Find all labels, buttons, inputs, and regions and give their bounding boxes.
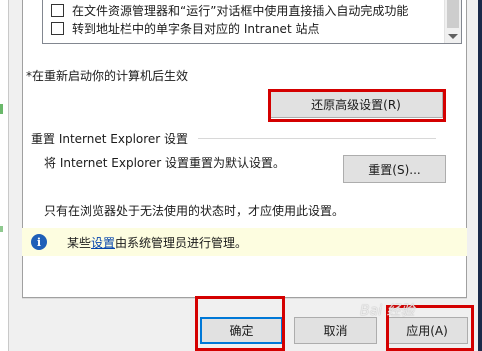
settings-link[interactable]: 设置 (91, 234, 115, 251)
scroll-down-arrow-icon[interactable] (448, 34, 458, 39)
baidu-watermark: Bai 经验 (360, 303, 415, 319)
restart-note: *在重新启动你的计算机后生效 (26, 69, 189, 83)
info-icon: i (31, 234, 47, 250)
restore-advanced-settings-button[interactable]: 还原高级设置(R) (269, 91, 443, 118)
background-window-edge (0, 0, 9, 351)
reset-description: 将 Internet Explorer 设置重置为默认设置。 (44, 156, 286, 170)
info-prefix: 某些 (67, 235, 92, 250)
settings-list[interactable]: 在文件资源管理器和“运行”对话框中使用直接插入自动完成功能 转到地址栏中的单字条… (42, 0, 462, 44)
list-item[interactable]: 在文件资源管理器和“运行”对话框中使用直接插入自动完成功能 (51, 1, 408, 19)
background-window-edge-right (478, 0, 482, 351)
info-suffix: 由系统管理员进行管理。 (115, 235, 248, 250)
reset-button[interactable]: 重置(S)... (343, 155, 446, 183)
background-accent (0, 226, 3, 232)
reset-section-title: 重置 Internet Explorer 设置 (31, 132, 189, 146)
apply-button[interactable]: 应用(A) (386, 317, 468, 344)
cancel-button[interactable]: 取消 (294, 317, 377, 344)
vertical-scrollbar[interactable] (444, 0, 461, 43)
reset-usage-note: 只有在浏览器处于无法使用的状态时，才应使用此设置。 (44, 204, 345, 218)
footer-divider (22, 298, 467, 299)
list-item-label: 转到地址栏中的单字条目对应的 Intranet 站点 (72, 21, 320, 36)
checkbox[interactable] (51, 21, 64, 35)
section-divider (198, 138, 436, 139)
list-item-label: 在文件资源管理器和“运行”对话框中使用直接插入自动完成功能 (72, 3, 409, 18)
background-accent (0, 104, 3, 114)
checkbox[interactable] (51, 3, 64, 17)
scrollbar-thumb[interactable] (447, 0, 459, 28)
info-bar: i 某些 设置 由系统管理员进行管理。 (22, 228, 467, 256)
list-item[interactable]: 转到地址栏中的单字条目对应的 Intranet 站点 (51, 19, 319, 37)
ok-button[interactable]: 确定 (200, 317, 283, 344)
